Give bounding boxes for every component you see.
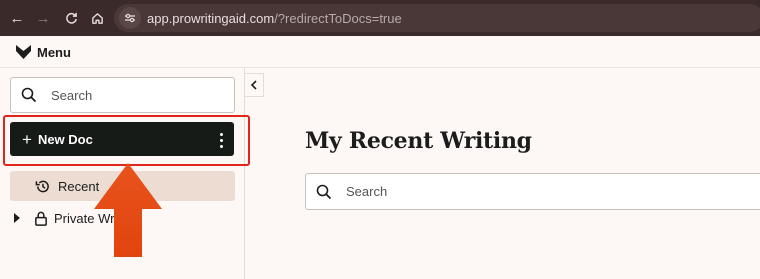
url-text: app.prowritingaid.com/?redirectToDocs=tr… (147, 11, 402, 26)
home-icon[interactable] (86, 7, 108, 29)
arrow-annotation (94, 163, 162, 257)
address-bar[interactable]: app.prowritingaid.com/?redirectToDocs=tr… (114, 4, 760, 32)
main-search-placeholder: Search (346, 184, 388, 199)
more-options-icon[interactable] (220, 133, 224, 148)
page-title: My Recent Writing (305, 128, 532, 154)
plus-icon: + (22, 129, 32, 149)
expand-caret-icon[interactable] (14, 213, 20, 223)
search-icon (21, 87, 37, 103)
sidebar-search-input[interactable]: Search (10, 77, 235, 113)
back-icon[interactable]: ← (6, 7, 28, 29)
new-doc-button[interactable]: + New Doc (10, 122, 234, 156)
collapse-sidebar-button[interactable] (245, 73, 264, 97)
main-search-input[interactable]: Search (305, 173, 760, 210)
sidebar-search-placeholder: Search (51, 87, 93, 103)
chevron-left-icon (250, 80, 257, 90)
menu-button[interactable]: Menu (37, 45, 71, 60)
new-doc-label: New Doc (37, 131, 93, 147)
browser-toolbar: ← → app.prowritingaid.com/?redirectToDoc… (0, 0, 760, 36)
site-info-icon[interactable] (119, 7, 141, 29)
app-header: Menu (0, 36, 760, 68)
prowritingaid-logo-icon (16, 45, 31, 59)
url-host: app.prowritingaid.com (147, 10, 275, 26)
forward-icon[interactable]: → (32, 7, 54, 29)
history-icon (35, 180, 49, 192)
lock-icon (35, 211, 47, 226)
search-icon (316, 184, 332, 199)
reload-icon[interactable] (60, 7, 82, 29)
url-path: /?redirectToDocs=true (274, 10, 402, 26)
